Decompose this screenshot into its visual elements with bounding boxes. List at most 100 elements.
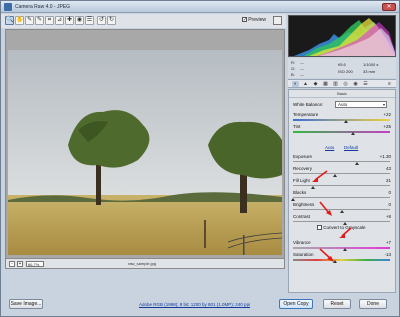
b-value: --- <box>300 72 304 77</box>
recovery-slider[interactable] <box>293 173 390 176</box>
tab-camera-calibration-icon[interactable]: ◉ <box>352 81 359 87</box>
save-image-button[interactable]: Save Image... <box>9 299 43 309</box>
rotate-left-icon[interactable]: ↺ <box>97 16 106 25</box>
histogram-graph <box>294 18 395 56</box>
redeye-tool-icon[interactable]: ◉ <box>75 16 84 25</box>
annotation-arrow-fill-light <box>312 170 328 182</box>
panel-menu-icon[interactable]: ≡ <box>386 81 393 87</box>
zoom-bar: - + 66.7% raw_sample.jpg <box>5 259 285 269</box>
vibrance-slider[interactable] <box>293 247 390 249</box>
exposure-value[interactable]: +1.30 <box>380 154 391 159</box>
close-button[interactable]: ✕ <box>382 3 396 11</box>
fill-light-slider[interactable] <box>293 185 390 188</box>
brightness-slider-thumb[interactable] <box>339 210 344 213</box>
iso-value: ISO 200 <box>338 69 353 74</box>
retouch-tool-icon[interactable]: ✚ <box>65 16 74 25</box>
zoom-level-select[interactable]: 66.7% <box>26 261 44 267</box>
white-balance-label: White Balance: <box>293 102 324 107</box>
tint-value[interactable]: +25 <box>383 124 391 129</box>
info-panel: R: --- G: --- B: --- f/5.6 1/1000 s ISO … <box>288 58 396 78</box>
photo-preview <box>8 50 282 255</box>
vibrance-value[interactable]: +7 <box>386 240 391 245</box>
bottom-bar: Save Image... Adobe RGB (1998); 8 bit; 1… <box>1 294 399 316</box>
done-button[interactable]: Done <box>359 299 387 309</box>
temperature-slider[interactable] <box>293 119 390 121</box>
reset-button[interactable]: Reset <box>323 299 351 309</box>
image-preview-area[interactable] <box>5 29 285 259</box>
tab-presets-icon[interactable]: ☰ <box>362 81 369 87</box>
preview-checkbox-box[interactable]: ✓ <box>241 17 247 23</box>
exposure-slider[interactable] <box>293 161 390 164</box>
tint-slider[interactable] <box>293 131 390 133</box>
blacks-slider-thumb[interactable] <box>291 198 295 201</box>
crop-tool-icon[interactable]: ⌗ <box>45 16 54 25</box>
tab-hsl-icon[interactable]: ▦ <box>322 81 329 87</box>
blacks-slider[interactable] <box>293 197 390 200</box>
fill-light-label: Fill Light <box>293 178 310 183</box>
recovery-value[interactable]: 43 <box>386 166 391 171</box>
zoom-tool-icon[interactable]: 🔍 <box>5 16 14 25</box>
open-copy-button[interactable]: Open Copy <box>279 299 313 309</box>
contrast-slider[interactable] <box>293 221 390 224</box>
blacks-label: Blacks <box>293 190 307 195</box>
straighten-tool-icon[interactable]: ⊿ <box>55 16 64 25</box>
recovery-slider-thumb[interactable] <box>332 174 337 177</box>
tab-basic-icon[interactable]: ◐ <box>292 81 299 87</box>
preview-label: Preview <box>248 17 266 23</box>
panel-tabs: ◐ ▲ ◆ ▦ ▥ ◎ ◉ ☰ ≡ <box>288 79 396 88</box>
annotation-arrow-saturation <box>319 248 334 262</box>
annotation-arrow-contrast <box>319 201 332 216</box>
preferences-icon[interactable]: ☰ <box>85 16 94 25</box>
r-label: R: <box>291 60 295 65</box>
saturation-value[interactable]: -13 <box>384 252 391 257</box>
toolbar: 🔍 ✋ ✎ ✎ ⌗ ⊿ ✚ ◉ ☰ ↺ ↻ ✓ Preview <box>1 14 286 28</box>
tab-split-toning-icon[interactable]: ▥ <box>332 81 339 87</box>
eyedropper-icon[interactable]: ✎ <box>25 16 34 25</box>
title-bar: Camera Raw 4.0 - JPEG ✕ <box>1 1 399 13</box>
vibrance-slider-thumb[interactable] <box>343 248 348 251</box>
workflow-options-link[interactable]: Adobe RGB (1998); 8 bit; 1200 by 801 (1.… <box>139 302 250 307</box>
exposure-label: Exposure <box>293 154 313 159</box>
preview-checkbox[interactable]: ✓ Preview <box>241 17 266 23</box>
white-balance-value: Auto <box>338 102 348 107</box>
basic-panel: Basic White Balance: Auto ▾ Temperature +… <box>288 89 396 293</box>
saturation-slider[interactable] <box>293 259 390 261</box>
aperture-value: f/5.6 <box>338 62 346 67</box>
focal-length-value: 33 mm <box>363 69 376 74</box>
tint-label: Tint <box>293 124 301 129</box>
color-sampler-icon[interactable]: ✎ <box>35 16 44 25</box>
brightness-value[interactable]: 0 <box>388 202 391 207</box>
white-balance-select[interactable]: Auto ▾ <box>335 101 387 108</box>
vibrance-label: Vibrance <box>293 240 311 245</box>
temperature-slider-thumb[interactable] <box>344 120 349 123</box>
tint-slider-thumb[interactable] <box>351 132 356 135</box>
saturation-label: Saturation <box>293 252 314 257</box>
zoom-in-button[interactable]: + <box>17 261 23 267</box>
histogram <box>288 15 396 57</box>
exposure-slider-thumb[interactable] <box>355 162 360 165</box>
default-link[interactable]: Default <box>344 145 358 150</box>
b-label: B: <box>291 72 295 77</box>
auto-link[interactable]: Auto <box>325 145 334 150</box>
convert-grayscale-box[interactable] <box>317 225 322 231</box>
zoom-out-button[interactable]: - <box>9 261 15 267</box>
panel-header: Basic <box>289 90 395 98</box>
camera-raw-window: Camera Raw 4.0 - JPEG ✕ 🔍 ✋ ✎ ✎ ⌗ ⊿ ✚ ◉ ☰ ↺ ↻ ✓ Pr… <box>0 0 400 317</box>
r-value: --- <box>300 60 304 65</box>
tab-detail-icon[interactable]: ◆ <box>312 81 319 87</box>
tab-lens-icon[interactable]: ◎ <box>342 81 349 87</box>
blacks-value[interactable]: 0 <box>388 190 391 195</box>
annotation-arrow-grayscale <box>339 227 352 238</box>
chevron-down-icon: ▾ <box>382 102 385 107</box>
shutter-value: 1/1000 s <box>363 62 379 67</box>
rotate-right-icon[interactable]: ↻ <box>107 16 116 25</box>
contrast-value[interactable]: +8 <box>386 214 391 219</box>
hand-tool-icon[interactable]: ✋ <box>15 16 24 25</box>
file-name: raw_sample.jpg <box>128 261 157 266</box>
temperature-label: Temperature <box>293 112 319 117</box>
fill-light-slider-thumb[interactable] <box>311 186 316 189</box>
temperature-value[interactable]: +22 <box>383 112 391 117</box>
tab-tone-curve-icon[interactable]: ▲ <box>302 81 309 87</box>
fullscreen-icon[interactable] <box>273 16 282 25</box>
fill-light-value[interactable]: 21 <box>386 178 391 183</box>
